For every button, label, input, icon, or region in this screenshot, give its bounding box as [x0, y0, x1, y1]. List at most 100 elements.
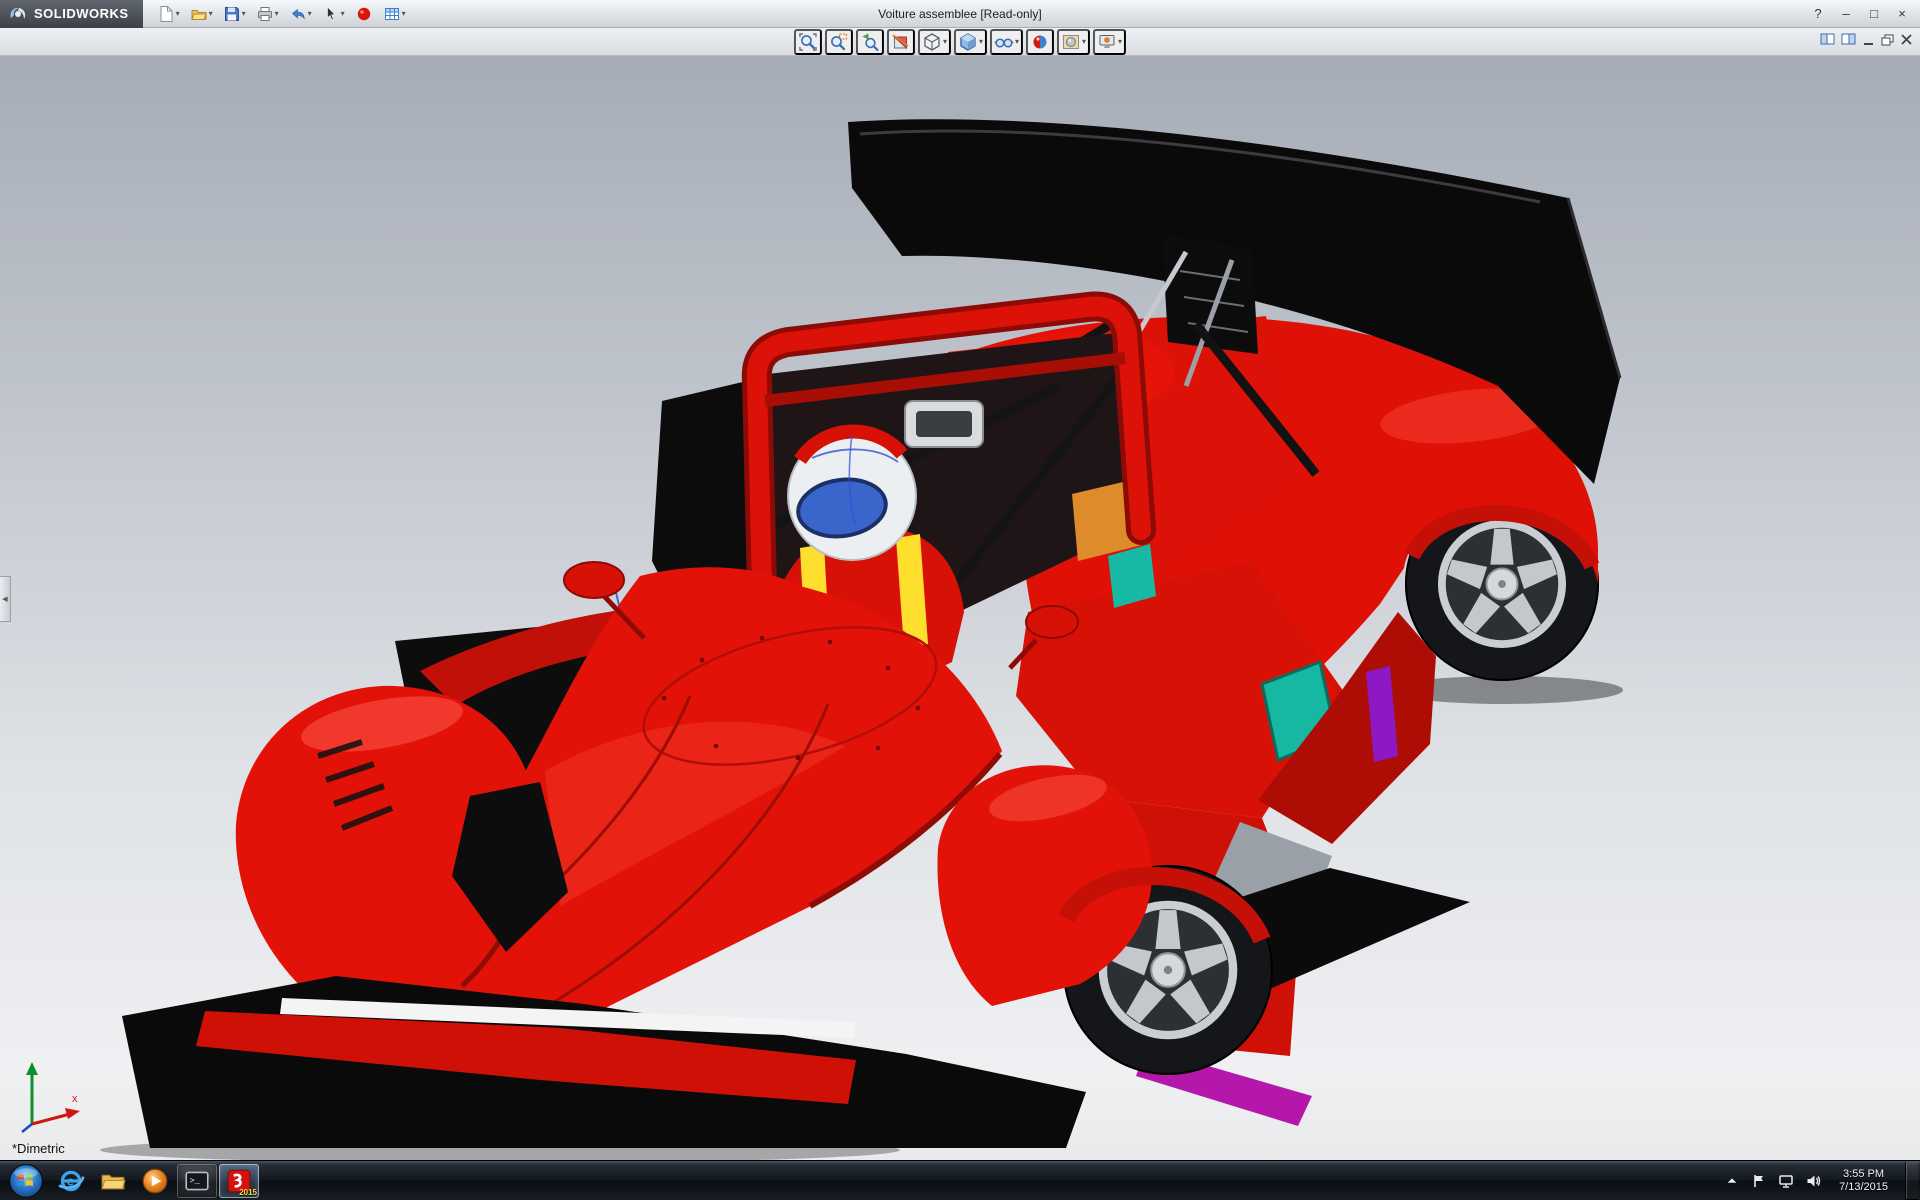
- section-view-button[interactable]: [886, 29, 915, 55]
- start-button[interactable]: [8, 1163, 44, 1199]
- dropdown-caret-icon: ▾: [241, 8, 246, 18]
- window-controls: ? – □ ×: [1804, 4, 1920, 24]
- display-style-button[interactable]: ▾: [953, 29, 987, 55]
- flag-icon: [1754, 1174, 1764, 1187]
- minimize-button[interactable]: –: [1832, 4, 1860, 24]
- dropdown-caret-icon: ▾: [942, 37, 947, 46]
- car-model-render[interactable]: [0, 56, 1920, 1160]
- clock-date: 7/13/2015: [1839, 1180, 1888, 1193]
- view-orientation-cube-icon: [924, 33, 940, 51]
- solidworks-version-badge: 2015: [239, 1187, 257, 1197]
- zoom-to-area-button[interactable]: [824, 29, 853, 55]
- doc-minimize-button[interactable]: [1862, 34, 1876, 46]
- center-mirror[interactable]: [904, 400, 984, 448]
- doc-restore-icon: [1881, 34, 1894, 45]
- taskbar-clock[interactable]: 3:55 PM 7/13/2015: [1831, 1168, 1896, 1194]
- dropdown-caret-icon: ▾: [208, 8, 213, 18]
- graphics-viewport[interactable]: x *Dimetric ◀: [0, 56, 1920, 1160]
- pane-left-button[interactable]: [1820, 33, 1836, 46]
- view-toolbar-strip: ▾ ▾ ▾ ▾ ▾: [0, 28, 1920, 56]
- zoom-to-area-icon: [831, 33, 848, 51]
- title-bar: SOLIDWORKS ▾ ▾ ▾ ▾ ▾ ▾ ▾ Voiture assembl…: [0, 0, 1920, 28]
- window-title: Voiture assemblee [Read-only]: [878, 6, 1042, 21]
- design-table-button[interactable]: ▾: [379, 2, 410, 26]
- dropdown-caret-icon: ▾: [978, 37, 983, 46]
- undo-icon: [291, 8, 305, 20]
- clock-time: 3:55 PM: [1843, 1167, 1885, 1180]
- new-document-icon: [160, 5, 173, 22]
- zoom-to-fit-icon: [799, 33, 817, 51]
- network-icon: [1779, 1174, 1793, 1188]
- display-style-cube-icon: [960, 33, 976, 51]
- triad-x-label: x: [72, 1093, 78, 1105]
- doc-close-icon: [1901, 33, 1912, 45]
- zoom-to-fit-button[interactable]: [793, 29, 822, 55]
- taskbar-media-player[interactable]: [135, 1164, 175, 1198]
- design-table-icon: [384, 7, 399, 20]
- chevron-up-icon: [1727, 1177, 1737, 1183]
- section-view-icon: [892, 34, 909, 50]
- dassault-swirl-icon: [10, 7, 26, 19]
- help-button[interactable]: ?: [1804, 4, 1832, 24]
- show-desktop-button[interactable]: [1905, 1160, 1918, 1200]
- dropdown-caret-icon: ▾: [1082, 37, 1087, 46]
- heads-up-view-toolbar: ▾ ▾ ▾ ▾ ▾: [793, 28, 1127, 56]
- dropdown-caret-icon: ▾: [401, 8, 406, 18]
- close-button[interactable]: ×: [1888, 4, 1916, 24]
- view-orientation-label: *Dimetric: [12, 1141, 65, 1156]
- hide-show-items-button[interactable]: ▾: [989, 29, 1024, 55]
- dropdown-caret-icon: ▾: [1118, 37, 1123, 46]
- dropdown-caret-icon: ▾: [340, 8, 345, 18]
- edit-appearance-button[interactable]: [1026, 29, 1055, 55]
- dropdown-caret-icon: ▾: [307, 8, 312, 18]
- print-button[interactable]: ▾: [252, 2, 283, 26]
- volume-button[interactable]: [1804, 1172, 1822, 1190]
- taskbar: e >_ 2015 3:55 PM 7/13/2015: [0, 1160, 1920, 1200]
- previous-view-icon: [862, 33, 879, 52]
- doc-close-button[interactable]: [1900, 33, 1914, 46]
- taskbar-command-prompt[interactable]: >_: [177, 1163, 217, 1198]
- svg-text:e: e: [67, 1173, 74, 1188]
- media-player-icon: [142, 1168, 168, 1193]
- brand-text: SOLIDWORKS: [34, 6, 129, 21]
- taskbar-solidworks-2015[interactable]: 2015: [219, 1163, 259, 1198]
- apply-scene-button[interactable]: ▾: [1057, 29, 1091, 55]
- internet-explorer-icon: e: [58, 1170, 85, 1191]
- action-center-button[interactable]: [1750, 1172, 1768, 1190]
- dropdown-caret-icon: ▾: [1014, 37, 1020, 46]
- panel-collapse-tab[interactable]: ◀: [0, 576, 11, 622]
- edit-color-button[interactable]: [351, 2, 377, 26]
- maximize-button[interactable]: □: [1860, 4, 1888, 24]
- driver-helmet[interactable]: [787, 424, 917, 561]
- collapse-arrow-icon: ◀: [2, 596, 8, 603]
- previous-view-button[interactable]: [855, 29, 884, 55]
- taskbar-windows-explorer[interactable]: [93, 1164, 133, 1198]
- pane-right-button[interactable]: [1841, 33, 1857, 46]
- document-window-controls: [1820, 33, 1914, 46]
- doc-minimize-icon: [1864, 42, 1873, 45]
- new-document-button[interactable]: ▾: [153, 2, 184, 26]
- solidworks-logo: SOLIDWORKS: [0, 0, 143, 28]
- command-prompt-icon: >_: [185, 1171, 209, 1190]
- save-button[interactable]: ▾: [219, 2, 250, 26]
- print-icon: [257, 6, 272, 21]
- pane-left-icon: [1820, 33, 1835, 45]
- hidden-icons-button[interactable]: [1723, 1172, 1741, 1190]
- select-button[interactable]: ▾: [318, 2, 349, 26]
- doc-restore-button[interactable]: [1881, 34, 1895, 46]
- undo-button[interactable]: ▾: [285, 2, 316, 26]
- pane-right-icon: [1841, 33, 1856, 45]
- open-folder-icon: [190, 9, 207, 20]
- folder-icon: [101, 1174, 126, 1189]
- speaker-icon: [1807, 1175, 1821, 1186]
- view-orientation-button[interactable]: ▾: [917, 29, 951, 55]
- orientation-triad: x: [21, 1062, 80, 1133]
- taskbar-internet-explorer[interactable]: e: [51, 1164, 91, 1198]
- windows-start-icon: [8, 1163, 44, 1198]
- save-icon: [224, 6, 239, 21]
- color-sphere-icon: [357, 7, 370, 20]
- network-status-button[interactable]: [1777, 1172, 1795, 1190]
- view-settings-icon: [1099, 35, 1115, 48]
- view-settings-button[interactable]: ▾: [1093, 29, 1127, 55]
- open-button[interactable]: ▾: [186, 2, 217, 26]
